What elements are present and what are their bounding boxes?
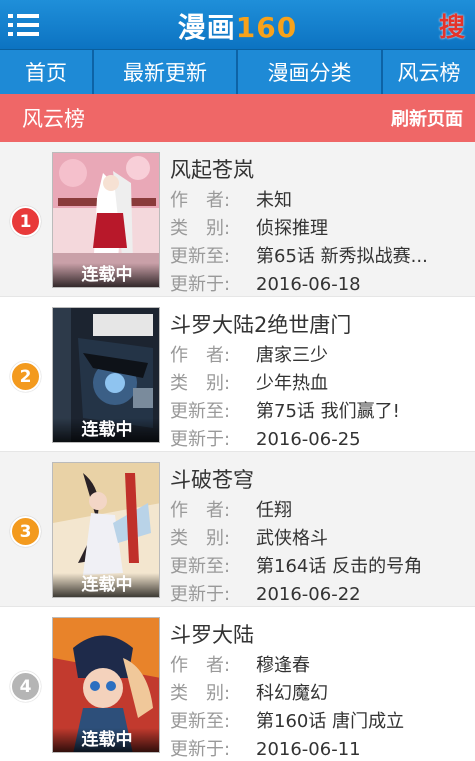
comic-title[interactable]: 斗破苍穹 xyxy=(170,464,254,494)
section-header: 风云榜 刷新页面 xyxy=(0,94,475,142)
latest-chapter: 第160话 唐门成立 xyxy=(256,711,405,732)
update-date: 2016-06-25 xyxy=(256,429,361,450)
author-label: 作 者: xyxy=(170,190,231,211)
comic-title[interactable]: 斗罗大陆2绝世唐门 xyxy=(170,309,351,339)
cover-image[interactable]: 连载中 xyxy=(52,307,160,443)
date-row: 更新于: 2016-06-18 xyxy=(170,270,460,296)
app-header: 漫画160 搜 xyxy=(0,0,475,50)
date-label: 更新于: xyxy=(170,584,231,605)
author-label: 作 者: xyxy=(170,345,231,366)
latest-row: 更新至: 第65话 新秀拟战赛... xyxy=(170,242,460,268)
category-label: 类 别: xyxy=(170,218,231,239)
author-row: 作 者: 未知 xyxy=(170,186,460,212)
update-date: 2016-06-18 xyxy=(256,274,361,295)
main-nav: 首页 最新更新 漫画分类 风云榜 xyxy=(0,50,475,94)
author-row: 作 者: 穆逢春 xyxy=(170,651,460,677)
category-row: 类 别: 侦探推理 xyxy=(170,214,460,240)
category-label: 类 别: xyxy=(170,683,231,704)
rank-badge: 3 xyxy=(10,516,41,547)
rank-badge: 4 xyxy=(10,671,41,702)
author-value: 唐家三少 xyxy=(256,345,328,366)
latest-row: 更新至: 第164话 反击的号角 xyxy=(170,552,460,578)
category-label: 类 别: xyxy=(170,528,231,549)
refresh-button[interactable]: 刷新页面 xyxy=(391,105,463,131)
category-value: 少年热血 xyxy=(256,373,328,394)
update-date: 2016-06-11 xyxy=(256,739,361,760)
cover-image[interactable]: 连载中 xyxy=(52,152,160,288)
rank-badge: 2 xyxy=(10,361,41,392)
author-row: 作 者: 唐家三少 xyxy=(170,341,460,367)
category-value: 科幻魔幻 xyxy=(256,683,328,704)
category-row: 类 别: 科幻魔幻 xyxy=(170,679,460,705)
date-row: 更新于: 2016-06-22 xyxy=(170,580,460,606)
author-value: 任翔 xyxy=(256,500,292,521)
section-title: 风云榜 xyxy=(22,107,85,131)
date-row: 更新于: 2016-06-11 xyxy=(170,735,460,761)
category-label: 类 别: xyxy=(170,373,231,394)
date-label: 更新于: xyxy=(170,429,231,450)
list-item[interactable]: 2 连载中 斗罗大陆2绝世唐门 作 者: 唐家三少 类 别: 少年热血 更新至: 第7… xyxy=(0,297,475,452)
comic-title[interactable]: 斗罗大陆 xyxy=(170,619,254,649)
author-label: 作 者: xyxy=(170,655,231,676)
category-row: 类 别: 武侠格斗 xyxy=(170,524,460,550)
nav-categories[interactable]: 漫画分类 xyxy=(238,50,383,94)
list-item[interactable]: 4 连载中 斗罗大陆 作 者: 穆逢春 类 别: 科幻魔幻 更新至: 第160话 唐门… xyxy=(0,607,475,761)
status-badge: 连载中 xyxy=(53,728,159,752)
author-row: 作 者: 任翔 xyxy=(170,496,460,522)
ranking-list: 1 连载中 风起苍岚 作 者: 未知 类 别: 侦探推理 更新至: 第65话 新秀拟战… xyxy=(0,142,475,761)
category-value: 侦探推理 xyxy=(256,218,328,239)
nav-latest[interactable]: 最新更新 xyxy=(94,50,238,94)
list-item[interactable]: 1 连载中 风起苍岚 作 者: 未知 类 别: 侦探推理 更新至: 第65话 新秀拟战… xyxy=(0,142,475,297)
update-date: 2016-06-22 xyxy=(256,584,361,605)
latest-chapter: 第65话 新秀拟战赛... xyxy=(256,246,428,267)
cover-image[interactable]: 连载中 xyxy=(52,462,160,598)
status-badge: 连载中 xyxy=(53,263,159,287)
author-value: 穆逢春 xyxy=(256,655,310,676)
category-value: 武侠格斗 xyxy=(256,528,328,549)
date-row: 更新于: 2016-06-25 xyxy=(170,425,460,451)
category-row: 类 别: 少年热血 xyxy=(170,369,460,395)
search-button[interactable]: 搜 xyxy=(435,6,469,44)
author-value: 未知 xyxy=(256,190,292,211)
site-logo[interactable]: 漫画160 xyxy=(0,6,475,46)
latest-row: 更新至: 第160话 唐门成立 xyxy=(170,707,460,733)
search-icon: 搜 xyxy=(438,12,465,43)
logo-text: 漫画 xyxy=(177,11,236,44)
nav-ranking[interactable]: 风云榜 xyxy=(383,50,475,94)
latest-label: 更新至: xyxy=(170,246,231,267)
author-label: 作 者: xyxy=(170,500,231,521)
list-item[interactable]: 3 连载中 斗破苍穹 作 者: 任翔 类 别: 武侠格斗 更新至: 第164话 反击的… xyxy=(0,452,475,607)
status-badge: 连载中 xyxy=(53,573,159,597)
nav-home[interactable]: 首页 xyxy=(0,50,94,94)
date-label: 更新于: xyxy=(170,739,231,760)
rank-badge: 1 xyxy=(10,206,41,237)
date-label: 更新于: xyxy=(170,274,231,295)
latest-label: 更新至: xyxy=(170,711,231,732)
comic-title[interactable]: 风起苍岚 xyxy=(170,154,254,184)
latest-row: 更新至: 第75话 我们赢了! xyxy=(170,397,460,423)
cover-image[interactable]: 连载中 xyxy=(52,617,160,753)
latest-chapter: 第164话 反击的号角 xyxy=(256,556,423,577)
status-badge: 连载中 xyxy=(53,418,159,442)
latest-label: 更新至: xyxy=(170,556,231,577)
latest-chapter: 第75话 我们赢了! xyxy=(256,401,400,422)
logo-number: 160 xyxy=(235,11,298,44)
latest-label: 更新至: xyxy=(170,401,231,422)
